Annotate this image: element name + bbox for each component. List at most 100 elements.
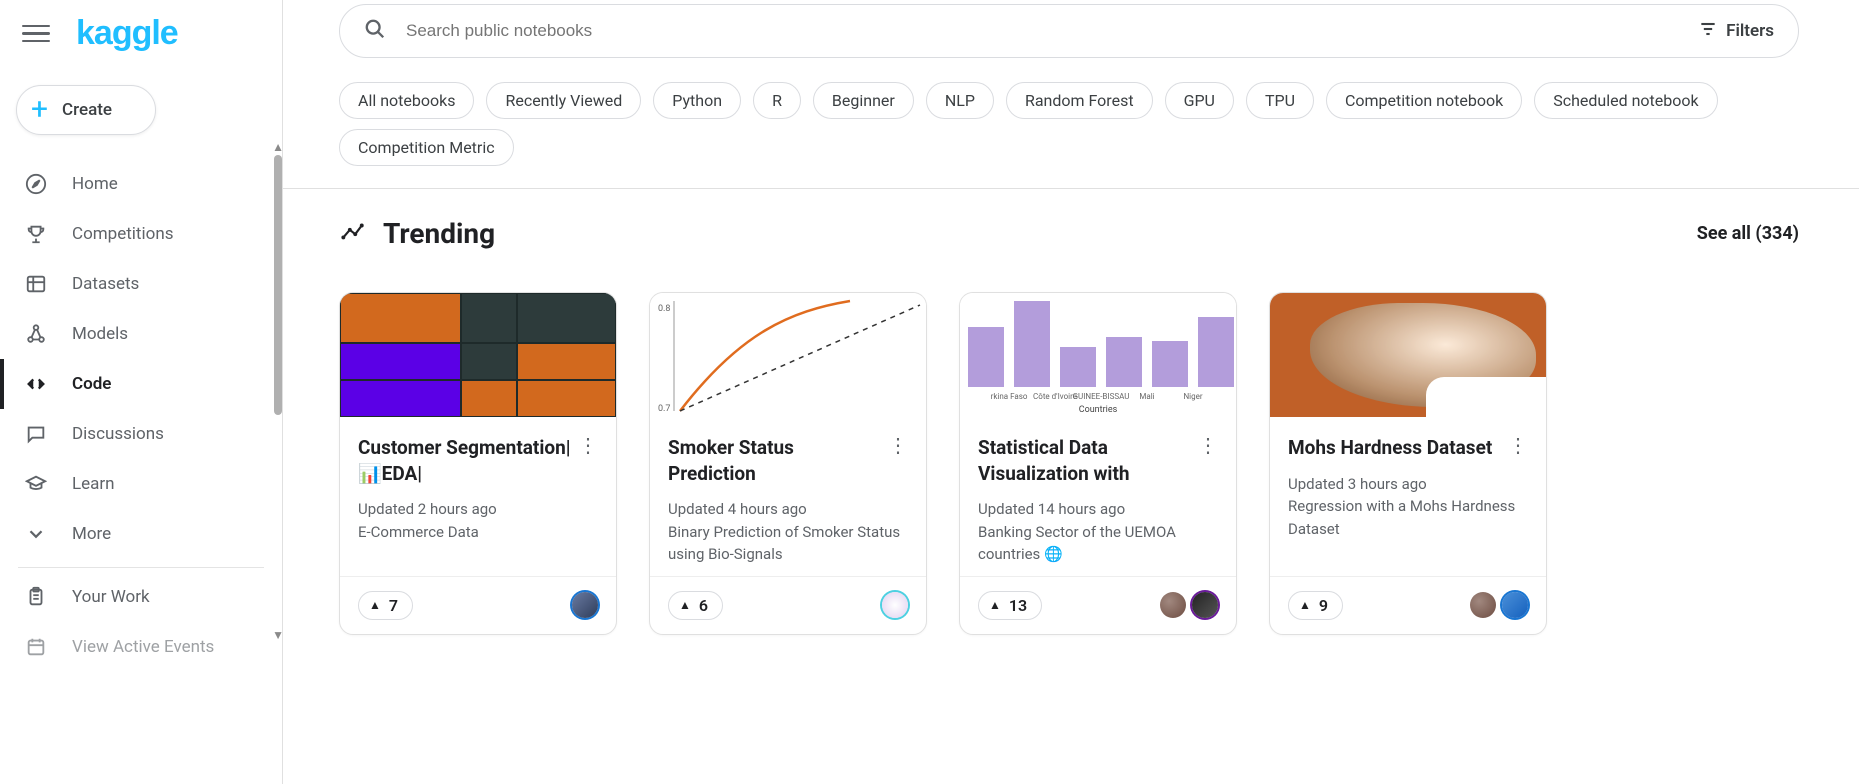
nav-label: View Active Events — [72, 637, 214, 657]
nav-label: Learn — [72, 474, 115, 494]
card-title[interactable]: Customer Segmentation|📊EDA| — [358, 435, 572, 486]
search-icon[interactable] — [364, 18, 386, 44]
upvote-button[interactable]: ▲ 13 — [978, 591, 1042, 620]
sidebar-item-models[interactable]: Models — [0, 309, 282, 359]
card-subtitle: Banking Sector of the UEMOA countries 🌐 — [978, 521, 1218, 566]
kaggle-logo[interactable]: kaggle — [76, 14, 178, 53]
author-avatar[interactable] — [572, 592, 598, 618]
chip-competition-metric[interactable]: Competition Metric — [339, 129, 514, 166]
nav-label: Discussions — [72, 424, 164, 444]
upvote-button[interactable]: ▲7 — [358, 591, 413, 620]
more-options-icon[interactable]: ⋮ — [1508, 435, 1528, 455]
caret-up-icon: ▲ — [989, 598, 1001, 612]
upvote-count: 6 — [699, 596, 708, 615]
upvote-count: 7 — [389, 596, 398, 615]
upvote-count: 9 — [1319, 596, 1328, 615]
sidebar-item-view-active-events[interactable]: View Active Events — [0, 622, 282, 672]
collaborator-avatar[interactable] — [1160, 592, 1186, 618]
create-button[interactable]: + Create — [16, 85, 156, 135]
upvote-count: 13 — [1009, 596, 1027, 615]
card-subtitle: E-Commerce Data — [358, 521, 598, 544]
chip-gpu[interactable]: GPU — [1165, 82, 1234, 119]
card-subtitle: Binary Prediction of Smoker Status using… — [668, 521, 908, 566]
card-title[interactable]: Smoker Status Prediction — [668, 435, 882, 486]
chip-nlp[interactable]: NLP — [926, 82, 994, 119]
clipboard-icon — [22, 586, 50, 608]
more-options-icon[interactable]: ⋮ — [1198, 435, 1218, 455]
compass-icon — [22, 173, 50, 195]
sidebar-item-code[interactable]: Code — [0, 359, 282, 409]
nav-label: Competitions — [72, 224, 173, 244]
network-icon — [22, 323, 50, 345]
card-thumbnail[interactable] — [1270, 293, 1546, 417]
code-icon — [22, 373, 50, 395]
author-avatar[interactable] — [882, 592, 908, 618]
notebook-card: 0.8 0.7 Smoker Status Prediction ⋮ Updat… — [649, 292, 927, 635]
author-avatar[interactable] — [1192, 592, 1218, 618]
more-options-icon[interactable]: ⋮ — [578, 435, 598, 455]
notebook-card: rkina FasoCôte d'IvoireGUINEE-BISSAUMali… — [959, 292, 1237, 635]
filters-label: Filters — [1726, 21, 1774, 41]
chip-python[interactable]: Python — [653, 82, 741, 119]
nav-label: Datasets — [72, 274, 139, 294]
card-updated: Updated 2 hours ago — [358, 498, 598, 521]
filters-button[interactable]: Filters — [1698, 19, 1774, 44]
nav-label: Home — [72, 174, 118, 194]
filter-chips: All notebooks Recently Viewed Python R B… — [339, 82, 1799, 166]
sidebar-scrollbar[interactable] — [274, 155, 282, 415]
primary-nav: Home Competitions Datasets Models Code D… — [0, 159, 282, 672]
sidebar-item-competitions[interactable]: Competitions — [0, 209, 282, 259]
sidebar-item-your-work[interactable]: Your Work — [0, 572, 282, 622]
search-bar: Filters — [339, 4, 1799, 58]
menu-icon[interactable] — [22, 20, 50, 48]
chip-recently-viewed[interactable]: Recently Viewed — [486, 82, 641, 119]
plus-icon: + — [31, 95, 48, 125]
comment-icon — [22, 423, 50, 445]
chip-all-notebooks[interactable]: All notebooks — [339, 82, 474, 119]
chip-r[interactable]: R — [753, 82, 801, 119]
card-thumbnail[interactable]: rkina FasoCôte d'IvoireGUINEE-BISSAUMali… — [960, 293, 1236, 417]
sidebar-item-datasets[interactable]: Datasets — [0, 259, 282, 309]
filter-icon — [1698, 19, 1718, 44]
search-input[interactable] — [406, 21, 1698, 41]
author-avatar[interactable] — [1502, 592, 1528, 618]
chevron-down-icon — [22, 523, 50, 545]
school-icon — [22, 473, 50, 495]
card-thumbnail[interactable] — [340, 293, 616, 417]
caret-up-icon: ▲ — [1299, 598, 1311, 612]
nav-separator — [18, 567, 264, 568]
caret-up-icon: ▲ — [369, 598, 381, 612]
caret-up-icon: ▲ — [679, 598, 691, 612]
card-updated: Updated 14 hours ago — [978, 498, 1218, 521]
collaborator-avatar[interactable] — [1470, 592, 1496, 618]
sidebar-item-learn[interactable]: Learn — [0, 459, 282, 509]
main-content: Filters All notebooks Recently Viewed Py… — [283, 0, 1859, 784]
card-title[interactable]: Mohs Hardness Dataset — [1288, 435, 1502, 461]
sidebar: kaggle + Create Home Competitions Datase… — [0, 0, 283, 784]
svg-text:0.8: 0.8 — [658, 304, 671, 314]
sidebar-item-discussions[interactable]: Discussions — [0, 409, 282, 459]
chip-competition-notebook[interactable]: Competition notebook — [1326, 82, 1522, 119]
nav-label: Your Work — [72, 587, 150, 607]
sidebar-item-home[interactable]: Home — [0, 159, 282, 209]
card-thumbnail[interactable]: 0.8 0.7 — [650, 293, 926, 417]
chip-random-forest[interactable]: Random Forest — [1006, 82, 1153, 119]
sidebar-item-more[interactable]: More — [0, 509, 282, 559]
table-icon — [22, 273, 50, 295]
upvote-button[interactable]: ▲6 — [668, 591, 723, 620]
nav-label: More — [72, 524, 111, 544]
card-updated: Updated 4 hours ago — [668, 498, 908, 521]
see-all-link[interactable]: See all (334) — [1697, 223, 1799, 244]
event-icon — [22, 636, 50, 658]
create-label: Create — [62, 100, 112, 120]
card-updated: Updated 3 hours ago — [1288, 473, 1528, 496]
chip-tpu[interactable]: TPU — [1246, 82, 1314, 119]
notebook-card: Mohs Hardness Dataset ⋮ Updated 3 hours … — [1269, 292, 1547, 635]
card-title[interactable]: Statistical Data Visualization with — [978, 435, 1192, 486]
more-options-icon[interactable]: ⋮ — [888, 435, 908, 455]
chip-scheduled-notebook[interactable]: Scheduled notebook — [1534, 82, 1717, 119]
chip-beginner[interactable]: Beginner — [813, 82, 914, 119]
upvote-button[interactable]: ▲9 — [1288, 591, 1343, 620]
card-subtitle: Regression with a Mohs Hardness Dataset — [1288, 495, 1528, 540]
notebook-card: Customer Segmentation|📊EDA| ⋮ Updated 2 … — [339, 292, 617, 635]
